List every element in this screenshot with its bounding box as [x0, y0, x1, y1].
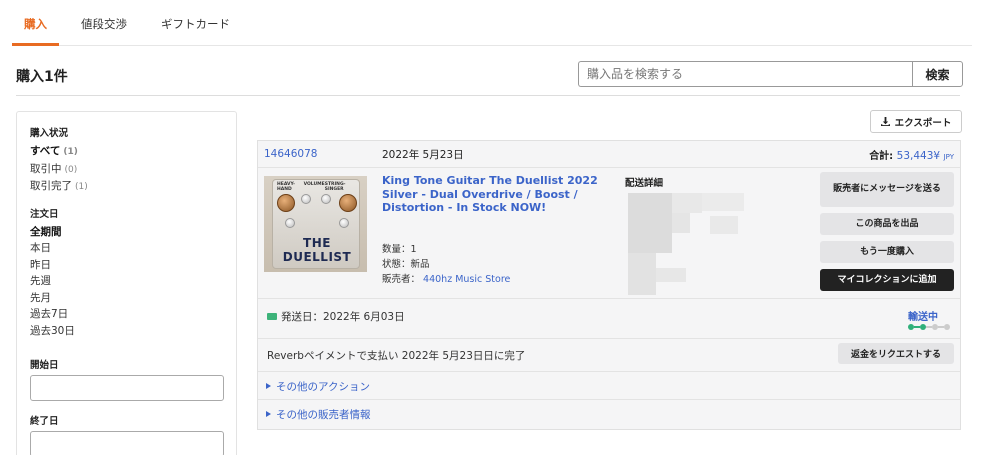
order-date: 2022年 5月23日	[382, 148, 464, 161]
filter-label: 取引完了	[30, 180, 72, 192]
order-id-link[interactable]: 14646078	[264, 148, 317, 160]
filter-count: (1)	[63, 147, 78, 157]
pedal-name: THE DUELLIST	[282, 236, 352, 264]
more-actions-row: その他のアクション	[258, 372, 960, 400]
ship-date-text: 発送日：2022年 6月03日	[281, 311, 405, 323]
filter-count: (1)	[75, 182, 88, 192]
product-image[interactable]: HEAVY-HAND VOLUME STRING-SINGER THE DUEL…	[264, 176, 367, 272]
condition-value: 新品	[410, 259, 430, 270]
date-filter-today[interactable]: 本日	[30, 240, 223, 257]
quantity-line: 数量：1	[382, 241, 417, 255]
knob-shape	[277, 194, 295, 212]
knob-shape	[339, 218, 349, 228]
download-icon	[880, 117, 890, 126]
redaction-block	[672, 213, 690, 233]
add-to-collection-button[interactable]: マイコレクションに追加	[820, 269, 954, 291]
order-total: 合計: 53,443¥ JPY	[869, 147, 954, 162]
end-date-input[interactable]	[30, 431, 224, 455]
caret-right-icon	[266, 383, 271, 389]
payment-row: Reverbペイメントで支払い 2022年 5月23日日に完了 返金をリクエスト…	[258, 339, 960, 372]
knob-shape	[285, 218, 295, 228]
search-button[interactable]: 検索	[912, 61, 963, 87]
filter-count: (0)	[64, 164, 78, 175]
shipping-progress	[908, 324, 950, 330]
truck-icon	[267, 313, 277, 320]
filter-sidebar: 購入状況 すべて (1) 取引中 (0) 取引完了 (1) 注文日 全期間 本日 昨日…	[16, 111, 237, 455]
order-details: HEAVY-HAND VOLUME STRING-SINGER THE DUEL…	[258, 168, 960, 299]
seller-label: 販売者：	[382, 274, 421, 285]
knob-shape	[321, 194, 331, 204]
order-date-heading: 注文日	[30, 208, 59, 220]
shipping-status-link[interactable]: 輸送中	[908, 308, 938, 323]
seller-line: 販売者： 440hz Music Store	[382, 271, 510, 285]
tab-offers[interactable]: 値段交渉	[69, 0, 139, 46]
pedal-label: HEAVY-HAND	[277, 182, 295, 192]
filter-label: 取引中	[30, 162, 62, 175]
status-filter-all[interactable]: すべて (1)	[30, 143, 223, 161]
quantity-value: 1	[410, 244, 417, 255]
tab-purchases[interactable]: 購入	[12, 0, 59, 46]
more-actions-toggle[interactable]: その他のアクション	[266, 379, 370, 394]
date-filter-last-month[interactable]: 先月	[30, 290, 223, 307]
message-seller-button[interactable]: 販売者にメッセージを送る	[820, 172, 954, 207]
product-title-link[interactable]: King Tone Guitar The Duellist 2022 Silve…	[382, 174, 614, 215]
date-filter-last-7-days[interactable]: 過去7日	[30, 306, 223, 323]
more-actions-label: その他のアクション	[276, 381, 370, 393]
total-label: 合計:	[869, 150, 894, 162]
header-divider	[16, 95, 960, 96]
quantity-label: 数量：	[382, 244, 411, 255]
seller-link[interactable]: 440hz Music Store	[423, 274, 510, 285]
pedal-knob-labels: HEAVY-HAND VOLUME STRING-SINGER	[277, 182, 357, 192]
redaction-block	[672, 193, 702, 213]
tab-gift-cards[interactable]: ギフトカード	[149, 0, 242, 46]
more-seller-label: その他の販売者情報	[276, 409, 371, 421]
progress-step-dot	[944, 324, 950, 330]
shipping-details-heading: 配送詳細	[625, 178, 664, 189]
status-filter-in-progress[interactable]: 取引中 (0)	[30, 161, 223, 179]
order-actions: 販売者にメッセージを送る この商品を出品 もう一度購入 マイコレクションに追加	[820, 172, 954, 297]
list-item-button[interactable]: この商品を出品	[820, 213, 954, 235]
request-refund-button[interactable]: 返金をリクエストする	[838, 343, 954, 364]
redaction-block	[702, 193, 744, 211]
ship-date: 発送日：2022年 6月03日	[267, 309, 405, 324]
buy-again-button[interactable]: もう一度購入	[820, 241, 954, 263]
pedal-label: VOLUME	[303, 182, 325, 187]
more-seller-info-row: その他の販売者情報	[258, 400, 960, 428]
shipment-row: 発送日：2022年 6月03日 輸送中	[258, 299, 960, 339]
total-currency: JPY	[943, 152, 954, 161]
redaction-block	[656, 268, 686, 282]
end-date-label: 終了日	[30, 416, 59, 427]
redaction-block	[628, 193, 672, 253]
search-input[interactable]	[578, 61, 912, 87]
condition-label: 状態：	[382, 259, 411, 270]
filter-label: すべて	[30, 145, 61, 157]
export-label: エクスポート	[894, 117, 952, 129]
redaction-block	[628, 253, 656, 295]
knob-shape	[301, 194, 311, 204]
date-filter-last-week[interactable]: 先週	[30, 273, 223, 290]
pedal-label: STRING-SINGER	[324, 182, 346, 192]
status-filter-complete[interactable]: 取引完了 (1)	[30, 178, 223, 196]
export-button[interactable]: エクスポート	[870, 110, 962, 133]
payment-text: Reverbペイメントで支払い 2022年 5月23日日に完了	[267, 350, 526, 362]
tab-bar: 購入 値段交渉 ギフトカード	[12, 0, 972, 46]
status-heading: 購入状況	[30, 128, 69, 139]
date-filter-yesterday[interactable]: 昨日	[30, 257, 223, 274]
date-filter-all-time[interactable]: 全期間	[30, 224, 223, 241]
date-filter-last-30-days[interactable]: 過去30日	[30, 323, 223, 340]
start-date-label: 開始日	[30, 360, 59, 371]
redaction-block	[710, 216, 738, 234]
order-header: 14646078 2022年 5月23日 合計: 53,443¥ JPY	[258, 141, 960, 168]
start-date-input[interactable]	[30, 375, 224, 401]
order-card: 14646078 2022年 5月23日 合計: 53,443¥ JPY HEA…	[257, 140, 961, 430]
search-bar: 検索	[578, 61, 963, 87]
more-seller-info-toggle[interactable]: その他の販売者情報	[266, 407, 371, 422]
total-amount: 53,443¥	[896, 149, 941, 162]
condition-line: 状態：新品	[382, 256, 430, 270]
page-title: 購入1件	[16, 69, 68, 85]
pedal-picture: HEAVY-HAND VOLUME STRING-SINGER THE DUEL…	[272, 179, 360, 269]
caret-right-icon	[266, 411, 271, 417]
knob-shape	[339, 194, 357, 212]
